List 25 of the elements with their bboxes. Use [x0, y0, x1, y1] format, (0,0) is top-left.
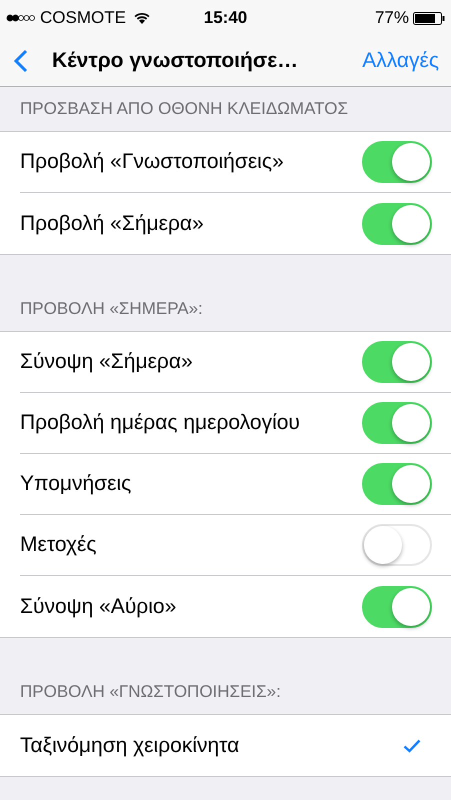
- row-label: Προβολή ημέρας ημερολογίου: [20, 411, 300, 435]
- row-label: Υπομνήσεις: [20, 472, 132, 496]
- status-time: 15:40: [204, 8, 248, 28]
- toggle-switch[interactable]: [362, 463, 432, 505]
- toggle-switch[interactable]: [362, 202, 432, 244]
- row-label: Μετοχές: [20, 533, 96, 557]
- edit-button[interactable]: Αλλαγές: [362, 49, 439, 73]
- row-label: Σύνοψη «Σήμερα»: [20, 350, 193, 374]
- row-label: Σύνοψη «Αύριο»: [20, 594, 176, 618]
- toggle-switch[interactable]: [362, 141, 432, 183]
- section-header: ΠΡΟΒΟΛΗ «ΣΗΜΕΡΑ»:: [19, 298, 204, 320]
- carrier-name: COSMOTE: [40, 8, 126, 28]
- signal-icon: [6, 14, 36, 22]
- wifi-icon: [134, 12, 150, 24]
- section-header: ΠΡΟΣΒΑΣΗ ΑΠΟ ΟΘΟΝΗ ΚΛΕΙΔΩΜΑΤΟΣ: [19, 98, 349, 120]
- row-label: Προβολή «Γνωστοποιήσεις»: [20, 150, 284, 174]
- toggle-switch[interactable]: [362, 586, 432, 628]
- battery-icon: [413, 12, 445, 24]
- row-label: Ταξινόμηση χειροκίνητα: [20, 734, 240, 758]
- row-label: Προβολή «Σήμερα»: [20, 212, 204, 236]
- nav-title: Κέντρο γνωστοποιήσε…: [52, 49, 300, 73]
- section-header: ΠΡΟΒΟΛΗ «ΓΝΩΣΤΟΠΟΙΗΣΕΙΣ»:: [19, 681, 282, 703]
- battery-percent: 77%: [374, 8, 409, 28]
- toggle-switch[interactable]: [362, 341, 432, 383]
- toggle-switch[interactable]: [362, 402, 432, 444]
